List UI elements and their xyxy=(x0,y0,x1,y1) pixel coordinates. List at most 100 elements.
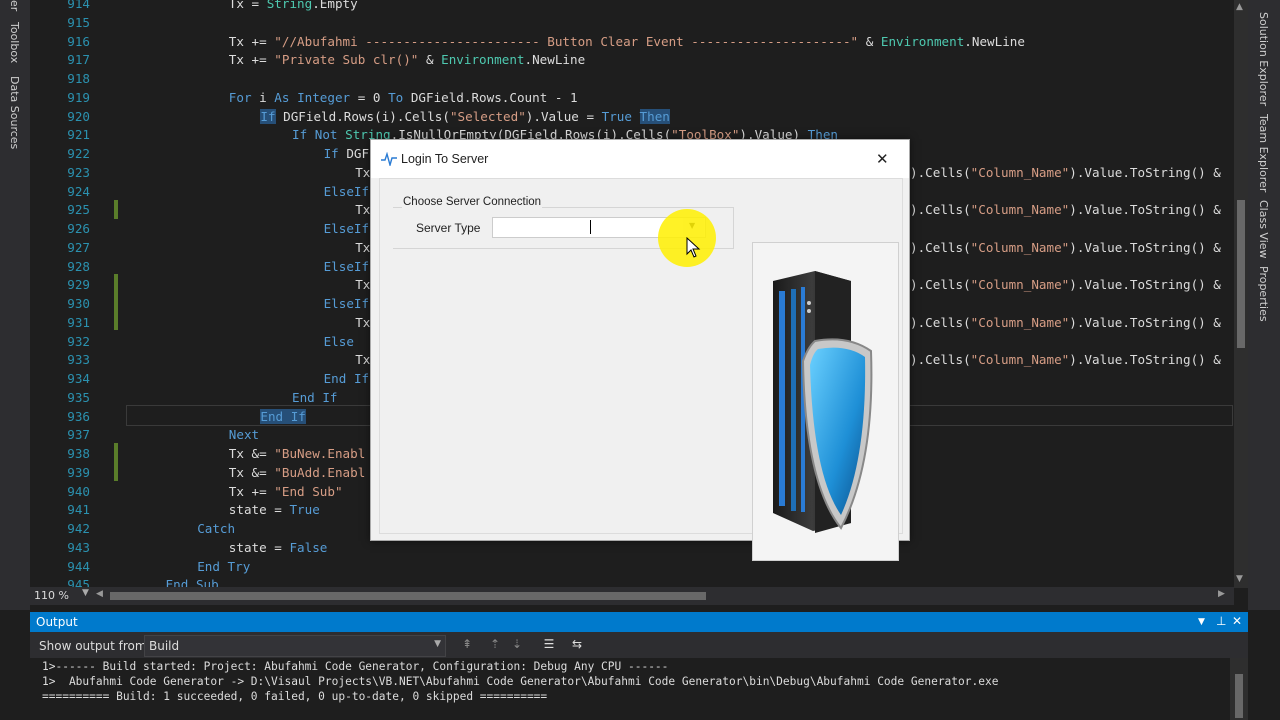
line-number: 935 xyxy=(67,389,90,405)
dialog-title-bar[interactable]: Login To Server ✕ xyxy=(371,140,909,178)
output-line: 1> Abufahmi Code Generator -> D:\Visaul … xyxy=(42,675,999,688)
zoom-dropdown-icon[interactable]: ▼ xyxy=(82,588,89,598)
tab-toolbox[interactable]: Toolbox xyxy=(8,22,21,63)
dropdown-icon[interactable]: ▼ xyxy=(1198,617,1205,627)
code-text: For i As Integer = 0 To DGField.Rows.Cou… xyxy=(228,89,578,105)
code-line: 930 ElseIf xyxy=(30,294,369,313)
code-text: Tx xyxy=(355,239,371,255)
word-wrap-icon[interactable]: ⇆ xyxy=(570,637,584,651)
zoom-level[interactable]: 110 % xyxy=(34,589,69,602)
code-text: End If xyxy=(323,371,370,386)
output-scrollbar[interactable] xyxy=(1230,658,1248,720)
code-text: ElseIf xyxy=(323,258,370,274)
group-title: Choose Server Connection xyxy=(402,196,543,208)
code-text: Tx += "Private Sub clr()" & Environment.… xyxy=(228,52,586,68)
line-number: 916 xyxy=(67,33,90,49)
code-line: 941 state = True xyxy=(30,500,320,519)
line-number: 924 xyxy=(67,183,90,199)
code-line: 917 Tx += "Private Sub clr()" & Environme… xyxy=(30,50,585,69)
code-text: Tx = String.Empty xyxy=(228,0,358,11)
find-message-icon[interactable]: ⇞ xyxy=(460,637,474,651)
output-source-value: Build xyxy=(149,639,180,653)
close-icon[interactable]: ✕ xyxy=(1232,614,1242,628)
pin-icon[interactable]: ⊥ xyxy=(1216,614,1226,628)
line-number: 927 xyxy=(67,239,90,255)
code-line: 918 xyxy=(30,69,90,88)
pulse-icon xyxy=(381,152,397,166)
code-text: If DGField.Rows(i).Cells("Selected").Val… xyxy=(260,108,670,124)
code-line: 915 xyxy=(30,13,90,32)
server-type-label: Server Type xyxy=(416,221,481,235)
horizontal-scroll-thumb[interactable] xyxy=(110,592,706,600)
output-line: ========== Build: 1 succeeded, 0 failed,… xyxy=(42,690,548,703)
text-caret xyxy=(590,220,591,234)
line-number: 941 xyxy=(67,502,90,518)
output-text[interactable]: 1>------ Build started: Project: Abufahm… xyxy=(30,658,1230,720)
line-number: 939 xyxy=(67,464,90,480)
code-text-tail: ).Cells("Column_Name").Value.ToString() … xyxy=(910,277,1221,293)
code-line: 920 If DGField.Rows(i).Cells("Selected").… xyxy=(30,107,670,126)
line-number: 942 xyxy=(67,521,90,536)
code-line: 942 Catch xyxy=(30,519,235,538)
next-message-icon[interactable]: ⇣ xyxy=(510,637,524,651)
code-line: 931 Tx).Cells("Column_Name").Value.ToStri… xyxy=(30,313,1221,332)
tab-class-view[interactable]: Class View xyxy=(1257,200,1270,259)
tab-solution-explorer[interactable]: Solution Explorer xyxy=(1257,12,1270,106)
server-image xyxy=(752,242,899,561)
code-line: 939 Tx &= "BuAdd.Enabl xyxy=(30,463,365,482)
prev-message-icon[interactable]: ⇡ xyxy=(488,637,502,651)
code-text: End If xyxy=(260,408,306,424)
tab-properties[interactable]: Properties xyxy=(1257,266,1270,322)
line-number: 944 xyxy=(67,558,90,574)
output-source-select[interactable]: Build ▼ xyxy=(144,635,446,657)
tab-server-explorer[interactable]: er xyxy=(8,0,21,11)
scroll-thumb[interactable] xyxy=(1237,200,1245,348)
tab-data-sources[interactable]: Data Sources xyxy=(8,76,21,149)
code-text: Tx xyxy=(355,164,371,180)
left-tool-strip: er Toolbox Data Sources xyxy=(0,0,30,610)
code-text: If DGF xyxy=(323,146,370,161)
code-text: Tx &= "BuNew.Enabl xyxy=(228,446,366,461)
mouse-pointer-icon xyxy=(686,237,701,258)
output-toolbar: Show output from: Build ▼ ⇞ ⇡ ⇣ ☰ ⇆ xyxy=(30,632,1248,658)
line-number: 930 xyxy=(67,296,90,311)
code-text: Tx xyxy=(355,352,371,368)
code-text: Else xyxy=(323,333,354,349)
scroll-left-icon[interactable]: ◀ xyxy=(96,589,103,599)
clear-all-icon[interactable]: ☰ xyxy=(542,637,556,651)
line-number: 932 xyxy=(67,333,90,349)
code-line: 937 Next xyxy=(30,425,259,444)
output-title: Output xyxy=(36,615,78,629)
line-number: 915 xyxy=(67,14,90,30)
code-text: Tx xyxy=(355,277,371,293)
show-output-label: Show output from: xyxy=(39,639,151,653)
line-number: 914 xyxy=(67,0,90,11)
scroll-up-icon[interactable]: ▲ xyxy=(1236,2,1243,12)
code-line: 940 Tx += "End Sub" xyxy=(30,482,342,501)
code-line: 935 End If xyxy=(30,388,337,407)
code-text: Catch xyxy=(197,521,236,536)
editor-vertical-scrollbar[interactable]: ▲ ▼ xyxy=(1234,0,1248,588)
line-number: 934 xyxy=(67,371,90,386)
scroll-down-icon[interactable]: ▼ xyxy=(1236,574,1243,584)
code-line: 925 Tx).Cells("Column_Name").Value.ToStri… xyxy=(30,200,1221,219)
tab-team-explorer[interactable]: Team Explorer xyxy=(1257,114,1270,192)
output-panel: Output ▼ ⊥ ✕ Show output from: Build ▼ ⇞… xyxy=(30,612,1248,720)
code-text: ElseIf xyxy=(323,296,370,311)
code-text: ElseIf xyxy=(323,183,370,199)
close-icon[interactable]: ✕ xyxy=(876,150,889,168)
code-text-tail: ).Cells("Column_Name").Value.ToString() … xyxy=(910,164,1221,180)
code-line: 921 If Not String.IsNullOrEmpty(DGField.R… xyxy=(30,125,838,144)
line-number: 917 xyxy=(67,52,90,68)
code-text: ElseIf xyxy=(323,221,370,236)
code-text-tail: ).Cells("Column_Name").Value.ToString() … xyxy=(910,352,1221,368)
code-line: 929 Tx).Cells("Column_Name").Value.ToStri… xyxy=(30,275,1221,294)
code-line: 923 Tx).Cells("Column_Name").Value.ToStri… xyxy=(30,163,1221,182)
code-text: state = False xyxy=(228,539,328,555)
output-line: 1>------ Build started: Project: Abufahm… xyxy=(42,660,669,673)
server-shield-icon xyxy=(773,271,873,533)
code-line: 936 End If xyxy=(30,407,306,426)
scroll-right-icon[interactable]: ▶ xyxy=(1218,589,1225,599)
code-text: Tx += "End Sub" xyxy=(228,483,343,499)
code-line: 934 End If xyxy=(30,369,369,388)
